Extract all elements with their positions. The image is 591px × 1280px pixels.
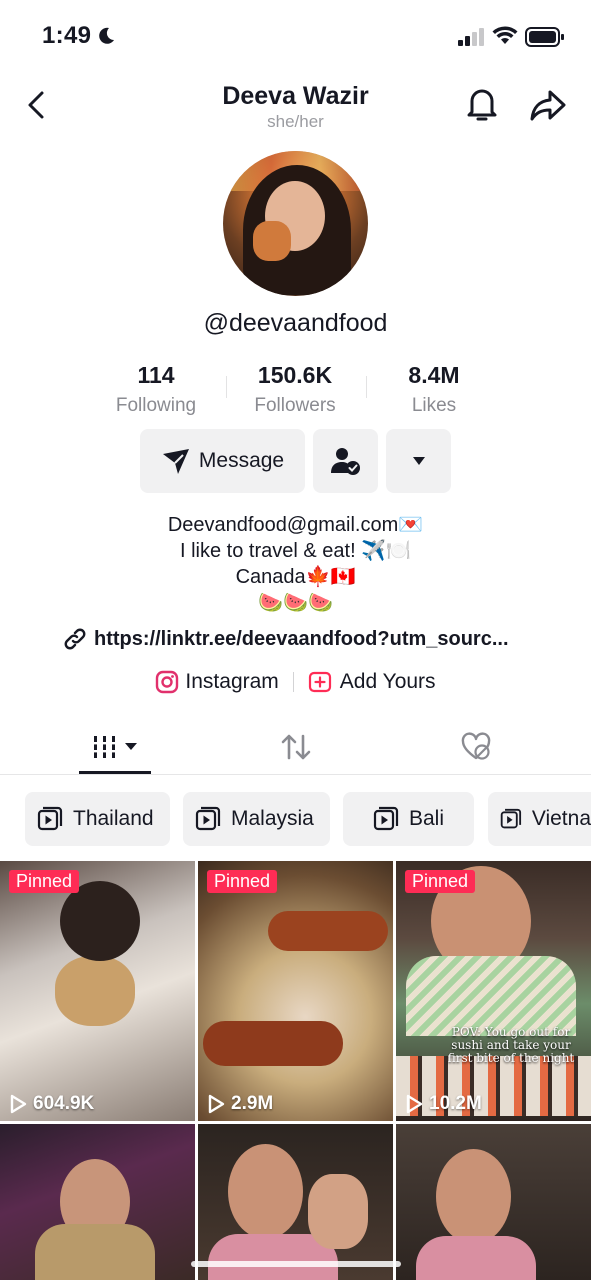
hidden-heart-icon bbox=[461, 732, 491, 760]
stat-likes-value: 8.4M bbox=[408, 362, 460, 388]
bio-link-text: https://linktr.ee/deevaandfood?utm_sourc… bbox=[94, 627, 509, 650]
stat-following-value: 114 bbox=[137, 362, 175, 388]
stat-likes-label: Likes bbox=[411, 395, 457, 416]
avatar-food bbox=[253, 221, 291, 261]
battery-icon bbox=[525, 27, 564, 47]
page-title: Deeva Wazir bbox=[222, 82, 369, 110]
play-outline-icon bbox=[406, 1094, 423, 1114]
share-arrow-icon bbox=[530, 90, 566, 121]
message-button-label: Message bbox=[198, 449, 285, 472]
playlist-icon bbox=[37, 806, 63, 831]
link-icon bbox=[64, 628, 86, 650]
tab-videos[interactable] bbox=[79, 722, 151, 772]
video-thumbnail[interactable]: Pinned 2.9M bbox=[198, 861, 393, 1121]
more-options-dropdown[interactable] bbox=[386, 429, 451, 493]
stat-followers[interactable]: 150.6K Followers bbox=[225, 362, 365, 417]
status-bar: 1:49 bbox=[0, 0, 591, 70]
repost-icon bbox=[281, 734, 311, 760]
grid-bars-icon bbox=[92, 736, 118, 758]
thumbnail-scarf bbox=[35, 1224, 155, 1280]
bio-line: Canada🍁🇨🇦 bbox=[235, 566, 356, 588]
bio-line: Deevandfood@gmail.com💌 bbox=[167, 514, 424, 536]
tab-liked[interactable] bbox=[440, 722, 512, 772]
view-count-value: 604.9K bbox=[33, 1093, 95, 1114]
avatar[interactable] bbox=[223, 151, 368, 296]
view-count: 10.2M bbox=[405, 1093, 482, 1115]
stat-followers-value: 150.6K bbox=[257, 362, 333, 388]
pinned-badge: Pinned bbox=[405, 870, 476, 893]
video-thumbnail[interactable]: Pinned 604.9K bbox=[0, 861, 195, 1121]
stat-followers-label: Followers bbox=[254, 395, 336, 416]
bio-link[interactable]: https://linktr.ee/deevaandfood?utm_sourc… bbox=[62, 626, 532, 652]
thumbnail-hand bbox=[308, 1174, 368, 1249]
playlist-label: Thailand bbox=[73, 807, 154, 830]
add-yours-label: Add Yours bbox=[339, 670, 436, 693]
notifications-button[interactable] bbox=[462, 84, 502, 124]
home-indicator[interactable] bbox=[191, 1261, 401, 1267]
thumbnail-person bbox=[228, 1144, 303, 1239]
playlist-chip[interactable]: Bali bbox=[343, 792, 474, 846]
view-count: 604.9K bbox=[9, 1093, 94, 1115]
video-thumbnail[interactable]: POV: You go out for sushi and take your … bbox=[396, 861, 591, 1121]
instagram-icon bbox=[156, 670, 179, 694]
social-divider bbox=[292, 672, 294, 692]
user-check-icon bbox=[330, 448, 360, 475]
pinned-badge: Pinned bbox=[9, 870, 80, 893]
instagram-label: Instagram bbox=[185, 670, 279, 693]
social-links: Instagram Add Yours bbox=[0, 670, 591, 694]
stat-likes[interactable]: 8.4M Likes bbox=[364, 362, 504, 417]
thumbnail-sausage bbox=[268, 911, 388, 951]
playlist-icon bbox=[373, 806, 399, 831]
playlist-label: Bali bbox=[409, 807, 445, 830]
tabs-divider bbox=[0, 774, 591, 775]
thumbnail-sausage bbox=[203, 1021, 343, 1066]
status-time: 1:49 bbox=[42, 22, 92, 49]
playlist-chip[interactable]: Thailand bbox=[25, 792, 170, 846]
playlist-label: Vietna bbox=[531, 807, 591, 830]
play-outline-icon bbox=[208, 1094, 225, 1114]
video-caption-overlay: POV: You go out for sushi and take your … bbox=[447, 1025, 575, 1065]
playlist-chip[interactable]: Vietna bbox=[488, 792, 591, 846]
bio-line: I like to travel & eat! ✈️🍽️ bbox=[180, 540, 411, 562]
playlist-icon bbox=[195, 806, 221, 831]
pinned-badge: Pinned bbox=[207, 870, 278, 893]
bell-icon bbox=[467, 89, 497, 121]
view-count-value: 2.9M bbox=[231, 1093, 274, 1114]
view-count: 2.9M bbox=[207, 1093, 273, 1115]
caret-down-icon bbox=[412, 457, 425, 465]
thumbnail-sweater bbox=[406, 956, 576, 1036]
add-yours-link[interactable]: Add Yours bbox=[308, 670, 436, 694]
video-thumbnail[interactable] bbox=[0, 1124, 195, 1280]
playlist-chip[interactable]: Malaysia bbox=[183, 792, 330, 846]
playlist-label: Malaysia bbox=[231, 807, 314, 830]
thumbnail-person bbox=[436, 1149, 511, 1244]
thumbnail-person bbox=[60, 881, 140, 961]
instagram-link[interactable]: Instagram bbox=[155, 670, 279, 694]
add-square-icon bbox=[308, 671, 331, 693]
video-thumbnail[interactable] bbox=[396, 1124, 591, 1280]
play-outline-icon bbox=[10, 1094, 27, 1114]
signal-icon bbox=[458, 28, 484, 46]
thumbnail-food bbox=[55, 956, 135, 1026]
send-plane-icon bbox=[162, 449, 189, 474]
thumbnail-sweater bbox=[416, 1236, 536, 1280]
caret-down-icon bbox=[125, 743, 137, 750]
message-button[interactable]: Message bbox=[140, 429, 305, 493]
tab-reposts[interactable] bbox=[260, 722, 332, 772]
stat-following-label: Following bbox=[115, 395, 197, 416]
pronouns: she/her bbox=[267, 112, 324, 131]
following-status-button[interactable] bbox=[313, 429, 378, 493]
moon-icon bbox=[99, 27, 114, 44]
view-count-value: 10.2M bbox=[429, 1093, 482, 1114]
username-handle: @deevaandfood bbox=[203, 309, 388, 337]
stat-following[interactable]: 114 Following bbox=[86, 362, 226, 417]
video-thumbnail[interactable] bbox=[198, 1124, 393, 1280]
wifi-icon bbox=[492, 26, 518, 44]
share-button[interactable] bbox=[528, 86, 568, 126]
bio-line: 🍉🍉🍉 bbox=[258, 592, 333, 614]
playlist-icon bbox=[500, 808, 522, 829]
